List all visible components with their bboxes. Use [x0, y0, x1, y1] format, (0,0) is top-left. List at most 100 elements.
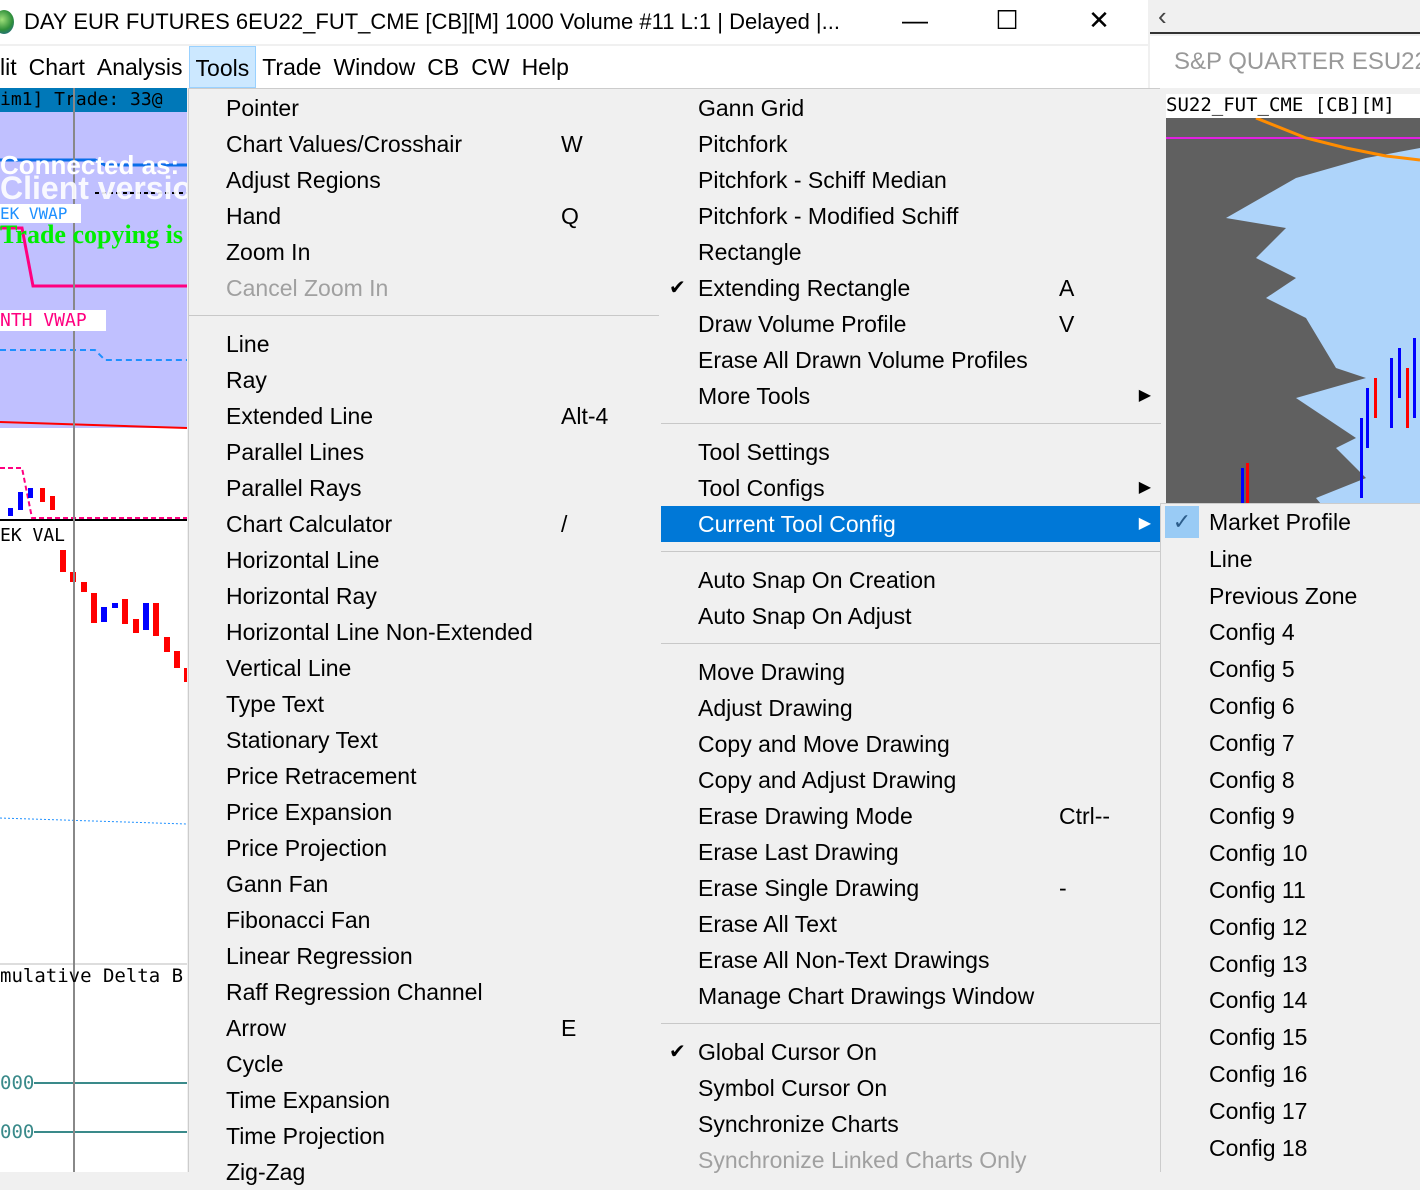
submenu-item-config-17[interactable]: Config 17 [1161, 1093, 1420, 1130]
symbol-header: SU22_FUT_CME [CB][M] [1166, 94, 1420, 118]
shortcut-label: E [561, 1015, 577, 1041]
menu-item-copy-and-move-drawing[interactable]: Copy and Move Drawing [661, 726, 1161, 762]
menu-analysis[interactable]: Analysis [91, 46, 189, 88]
menu-item-rectangle[interactable]: Rectangle [661, 234, 1161, 270]
menu-trade[interactable]: Trade [256, 46, 327, 88]
menu-item-price-expansion[interactable]: Price Expansion [189, 794, 659, 830]
submenu-item-config-7[interactable]: Config 7 [1161, 725, 1420, 762]
menu-item-erase-last-drawing[interactable]: Erase Last Drawing [661, 834, 1161, 870]
menu-item-synchronize-charts[interactable]: Synchronize Charts [661, 1106, 1161, 1142]
menu-item-copy-and-adjust-drawing[interactable]: Copy and Adjust Drawing [661, 762, 1161, 798]
menu-item-time-projection[interactable]: Time Projection [189, 1118, 659, 1154]
menu-item-current-tool-config[interactable]: Current Tool Config ▶ [661, 506, 1161, 542]
menu-item-extending-rectangle[interactable]: ✔ Extending Rectangle A [661, 270, 1161, 306]
menu-item-synchronize-linked-charts-only[interactable]: Synchronize Linked Charts Only [661, 1142, 1161, 1178]
menu-item-auto-snap-on-adjust[interactable]: Auto Snap On Adjust [661, 598, 1161, 634]
menu-item-horizontal-line[interactable]: Horizontal Line [189, 542, 659, 578]
menu-item-pitchfork-schiff-median[interactable]: Pitchfork - Schiff Median [661, 162, 1161, 198]
menu-cb[interactable]: CB [421, 46, 465, 88]
menu-item-pitchfork[interactable]: Pitchfork [661, 126, 1161, 162]
menu-item-raff-regression-channel[interactable]: Raff Regression Channel [189, 974, 659, 1010]
menu-item-zig-zag[interactable]: Zig-Zag [189, 1154, 659, 1190]
menu-item-parallel-lines[interactable]: Parallel Lines [189, 434, 659, 470]
menu-item-time-expansion[interactable]: Time Expansion [189, 1082, 659, 1118]
menu-item-pitchfork-modified-schiff[interactable]: Pitchfork - Modified Schiff [661, 198, 1161, 234]
checkmark-icon: ✔ [669, 277, 686, 299]
minimize-button[interactable]: — [870, 0, 960, 40]
menu-edit[interactable]: lit [0, 46, 23, 88]
submenu-item-label: Config 6 [1209, 692, 1295, 719]
menu-item-gann-grid[interactable]: Gann Grid [661, 90, 1161, 126]
menu-item-manage-chart-drawings-window[interactable]: Manage Chart Drawings Window [661, 978, 1161, 1014]
menu-item-price-retracement[interactable]: Price Retracement [189, 758, 659, 794]
menu-item-line[interactable]: Line [189, 326, 659, 362]
submenu-item-config-4[interactable]: Config 4 [1161, 614, 1420, 651]
maximize-button[interactable]: ☐ [962, 0, 1052, 40]
menu-item-erase-drawing-mode[interactable]: Erase Drawing Mode Ctrl-- [661, 798, 1161, 834]
menu-chart[interactable]: Chart [23, 46, 91, 88]
menu-separator [661, 542, 1161, 562]
submenu-item-config-8[interactable]: Config 8 [1161, 762, 1420, 799]
submenu-item-previous-zone[interactable]: Previous Zone [1161, 578, 1420, 615]
submenu-item-line[interactable]: Line [1161, 541, 1420, 578]
menu-item-chart-calculator[interactable]: Chart Calculator / [189, 506, 659, 542]
menu-window[interactable]: Window [327, 46, 421, 88]
menu-item-adjust-regions[interactable]: Adjust Regions [189, 162, 659, 198]
menu-help[interactable]: Help [516, 46, 575, 88]
submenu-item-config-12[interactable]: Config 12 [1161, 909, 1420, 946]
submenu-item-config-14[interactable]: Config 14 [1161, 982, 1420, 1019]
menu-item-arrow[interactable]: Arrow E [189, 1010, 659, 1046]
menu-item-linear-regression[interactable]: Linear Regression [189, 938, 659, 974]
menu-item-erase-all-text[interactable]: Erase All Text [661, 906, 1161, 942]
menu-item-move-drawing[interactable]: Move Drawing [661, 654, 1161, 690]
menu-item-extended-line[interactable]: Extended Line Alt-4 [189, 398, 659, 434]
menu-item-zoom-in[interactable]: Zoom In [189, 234, 659, 270]
menu-item-type-text[interactable]: Type Text [189, 686, 659, 722]
submenu-item-config-11[interactable]: Config 11 [1161, 872, 1420, 909]
menu-item-horizontal-ray[interactable]: Horizontal Ray [189, 578, 659, 614]
menu-item-auto-snap-on-creation[interactable]: Auto Snap On Creation [661, 562, 1161, 598]
menu-item-hand[interactable]: Hand Q [189, 198, 659, 234]
menu-item-tool-settings[interactable]: Tool Settings [661, 434, 1161, 470]
close-button[interactable]: ✕ [1054, 0, 1144, 40]
menu-item-label: Pitchfork - Schiff Median [698, 167, 947, 193]
submenu-item-config-6[interactable]: Config 6 [1161, 688, 1420, 725]
menu-item-pointer[interactable]: Pointer [189, 90, 659, 126]
submenu-item-config-9[interactable]: Config 9 [1161, 798, 1420, 835]
menu-item-price-projection[interactable]: Price Projection [189, 830, 659, 866]
menu-item-fibonacci-fan[interactable]: Fibonacci Fan [189, 902, 659, 938]
menu-separator [189, 306, 659, 326]
submenu-item-config-10[interactable]: Config 10 [1161, 835, 1420, 872]
menu-item-stationary-text[interactable]: Stationary Text [189, 722, 659, 758]
menu-item-ray[interactable]: Ray [189, 362, 659, 398]
menu-item-adjust-drawing[interactable]: Adjust Drawing [661, 690, 1161, 726]
submenu-item-market-profile[interactable]: ✓ Market Profile [1161, 504, 1420, 541]
menu-item-horizontal-line-non-extended[interactable]: Horizontal Line Non-Extended [189, 614, 659, 650]
chart-area[interactable]: im1] Trade: 33@ Connected as: 2 Client v… [0, 88, 187, 1172]
menu-item-global-cursor-on[interactable]: ✔ Global Cursor On [661, 1034, 1161, 1070]
menu-item-erase-all-drawn-volume-profiles[interactable]: Erase All Drawn Volume Profiles [661, 342, 1161, 378]
window-title: DAY EUR FUTURES 6EU22_FUT_CME [CB][M] 10… [24, 9, 840, 34]
menu-item-tool-configs[interactable]: Tool Configs ▶ [661, 470, 1161, 506]
menu-item-parallel-rays[interactable]: Parallel Rays [189, 470, 659, 506]
volume-profile-chart[interactable] [1166, 118, 1420, 510]
menu-item-vertical-line[interactable]: Vertical Line [189, 650, 659, 686]
menu-tools[interactable]: Tools [188, 46, 257, 88]
menu-item-more-tools[interactable]: More Tools ▶ [661, 378, 1161, 414]
menu-item-chart-values-crosshair[interactable]: Chart Values/Crosshair W [189, 126, 659, 162]
submenu-item-config-13[interactable]: Config 13 [1161, 946, 1420, 983]
menu-item-cancel-zoom-in[interactable]: Cancel Zoom In [189, 270, 659, 306]
submenu-item-config-16[interactable]: Config 16 [1161, 1056, 1420, 1093]
menu-item-cycle[interactable]: Cycle [189, 1046, 659, 1082]
menu-item-erase-single-drawing[interactable]: Erase Single Drawing - [661, 870, 1161, 906]
menu-item-draw-volume-profile[interactable]: Draw Volume Profile V [661, 306, 1161, 342]
submenu-item-label: Config 9 [1209, 803, 1295, 830]
menu-item-symbol-cursor-on[interactable]: Symbol Cursor On [661, 1070, 1161, 1106]
menu-item-gann-fan[interactable]: Gann Fan [189, 866, 659, 902]
submenu-item-config-5[interactable]: Config 5 [1161, 651, 1420, 688]
submenu-item-config-15[interactable]: Config 15 [1161, 1019, 1420, 1056]
menu-item-erase-all-non-text-drawings[interactable]: Erase All Non-Text Drawings [661, 942, 1161, 978]
submenu-item-config-18[interactable]: Config 18 [1161, 1130, 1420, 1167]
back-button[interactable]: ‹ [1150, 0, 1420, 34]
menu-cw[interactable]: CW [465, 46, 515, 88]
